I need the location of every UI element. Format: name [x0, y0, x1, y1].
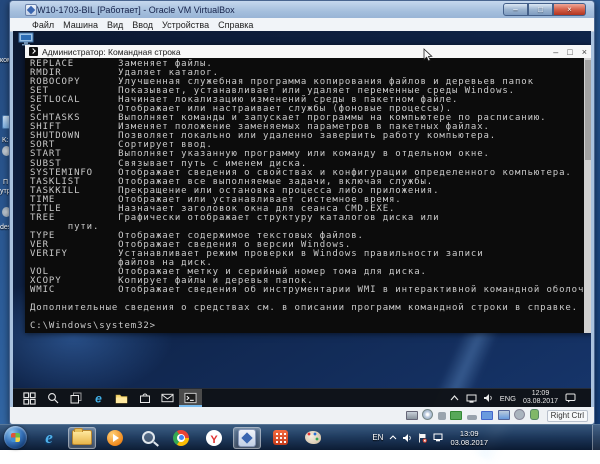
search-tool-icon — [142, 431, 155, 444]
host-taskbar: EN 13:09 03.08.2017 — [0, 424, 600, 450]
tray-chevron-up-icon[interactable] — [450, 395, 459, 401]
yandex-browser-icon — [206, 430, 222, 446]
shared-folders-status-icon[interactable] — [481, 411, 493, 420]
cmd-prompt-icon — [29, 47, 38, 56]
minimize-button[interactable]: – — [503, 3, 528, 16]
network-status-icon[interactable] — [450, 411, 462, 420]
vm-taskbar-mail-icon[interactable] — [156, 389, 179, 407]
maximize-button[interactable]: □ — [528, 3, 553, 16]
cmd-window: Администратор: Командная строка – □ × RE… — [25, 45, 591, 333]
cmd-minimize-button[interactable]: – — [553, 47, 558, 57]
vm-taskbar-search-icon[interactable] — [41, 389, 64, 407]
mouse-cursor — [423, 48, 433, 67]
menu-item[interactable]: Файл — [32, 20, 54, 30]
menu-item[interactable]: Справка — [218, 20, 253, 30]
hdd-status-icon[interactable] — [406, 411, 418, 420]
network-icon[interactable] — [466, 394, 477, 403]
usb-status-icon[interactable] — [467, 415, 477, 420]
svg-text:e: e — [95, 392, 102, 405]
console-output: REPLACE Заменяет файлы. RMDIR Удаляет ка… — [30, 60, 591, 331]
network-icon[interactable] — [433, 433, 444, 442]
host-taskbar-file-explorer-button[interactable] — [68, 427, 96, 449]
vm-taskbar: e ENG 12:09 03.08.2017 — [13, 388, 591, 407]
host-taskbar-virtualbox-button[interactable] — [233, 427, 261, 449]
host-taskbar-grid-app-button[interactable] — [266, 427, 294, 449]
host-desktop-icon-label: П — [3, 179, 8, 186]
vm-taskbar-cmd-icon[interactable] — [179, 389, 202, 407]
display-status-icon[interactable] — [498, 410, 510, 420]
tray-chevron-up-icon[interactable] — [389, 435, 397, 440]
host-taskbar-chrome-button[interactable] — [167, 427, 195, 449]
mouse-integration-status-icon[interactable] — [530, 409, 539, 420]
virtualbox-app-icon — [25, 4, 37, 16]
volume-icon[interactable] — [403, 434, 412, 442]
action-center-icon[interactable] — [565, 393, 576, 403]
cmd-titlebar[interactable]: Администратор: Командная строка – □ × — [25, 45, 591, 58]
start-button[interactable] — [4, 426, 27, 449]
audio-status-icon[interactable] — [438, 412, 446, 420]
host-desktop: комK:Путрdes W10-1703-BIL [Работает] - O… — [0, 0, 600, 450]
vm-taskbar-start-icon[interactable] — [18, 389, 41, 407]
grid-app-icon — [273, 430, 288, 445]
cmd-maximize-button[interactable]: □ — [567, 47, 572, 57]
action-center-flag-icon[interactable] — [418, 433, 427, 443]
host-taskbar-search-tool-button[interactable] — [134, 427, 162, 449]
virtualbox-icon — [238, 429, 256, 447]
menu-item[interactable]: Устройства — [162, 20, 209, 30]
show-desktop-button[interactable] — [592, 425, 600, 450]
vm-taskbar-task-view-icon[interactable] — [64, 389, 87, 407]
vm-system-tray: ENG 12:09 03.08.2017 — [450, 390, 591, 407]
cmd-console[interactable]: REPLACE Заменяет файлы. RMDIR Удаляет ка… — [25, 58, 591, 333]
cmd-window-title: Администратор: Командная строка — [42, 47, 181, 57]
ie-icon — [45, 428, 53, 448]
host-desktop-icon-label: K: — [2, 137, 9, 144]
virtualbox-titlebar[interactable]: W10-1703-BIL [Работает] - Oracle VM Virt… — [10, 1, 594, 18]
host-language-indicator[interactable]: EN — [372, 433, 383, 442]
host-taskbar-ie-button[interactable] — [35, 427, 63, 449]
chrome-icon — [173, 430, 189, 446]
vm-screen: Администратор: Командная строка – □ × RE… — [13, 31, 591, 407]
menu-item[interactable]: Ввод — [132, 20, 153, 30]
close-button[interactable]: × — [553, 3, 586, 16]
wmp-icon — [107, 430, 123, 446]
vm-language-indicator[interactable]: ENG — [500, 394, 516, 403]
menu-item[interactable]: Вид — [107, 20, 123, 30]
virtualbox-window-title: W10-1703-BIL [Работает] - Oracle VM Virt… — [37, 5, 235, 15]
volume-icon[interactable] — [484, 394, 493, 402]
cmd-scrollbar[interactable] — [584, 58, 591, 333]
virtualbox-window: W10-1703-BIL [Работает] - Oracle VM Virt… — [9, 0, 595, 425]
host-key-label: Right Ctrl — [547, 410, 588, 422]
vm-clock[interactable]: 12:09 03.08.2017 — [523, 390, 558, 407]
host-clock[interactable]: 13:09 03.08.2017 — [450, 429, 488, 447]
host-taskbar-yandex-browser-button[interactable] — [200, 427, 228, 449]
host-taskbar-wmp-button[interactable] — [101, 427, 129, 449]
virtualbox-statusbar: Right Ctrl — [10, 407, 594, 424]
file-explorer-icon — [72, 430, 92, 445]
cmd-scrollbar-thumb[interactable] — [585, 60, 591, 160]
host-system-tray: EN 13:09 03.08.2017 — [372, 429, 488, 447]
vm-taskbar-edge-icon[interactable]: e — [87, 389, 110, 407]
host-taskbar-paint-button[interactable] — [299, 427, 327, 449]
vm-taskbar-store-icon[interactable] — [133, 389, 156, 407]
paint-icon — [305, 431, 321, 444]
video-capture-status-icon[interactable] — [514, 409, 525, 420]
vm-taskbar-file-explorer-icon[interactable] — [110, 389, 133, 407]
menu-item[interactable]: Машина — [63, 20, 98, 30]
cmd-close-button[interactable]: × — [582, 47, 587, 57]
optical-disk-status-icon[interactable] — [422, 409, 433, 420]
virtualbox-menubar: Файл Машина Вид Ввод Устройства Справка — [10, 18, 594, 32]
